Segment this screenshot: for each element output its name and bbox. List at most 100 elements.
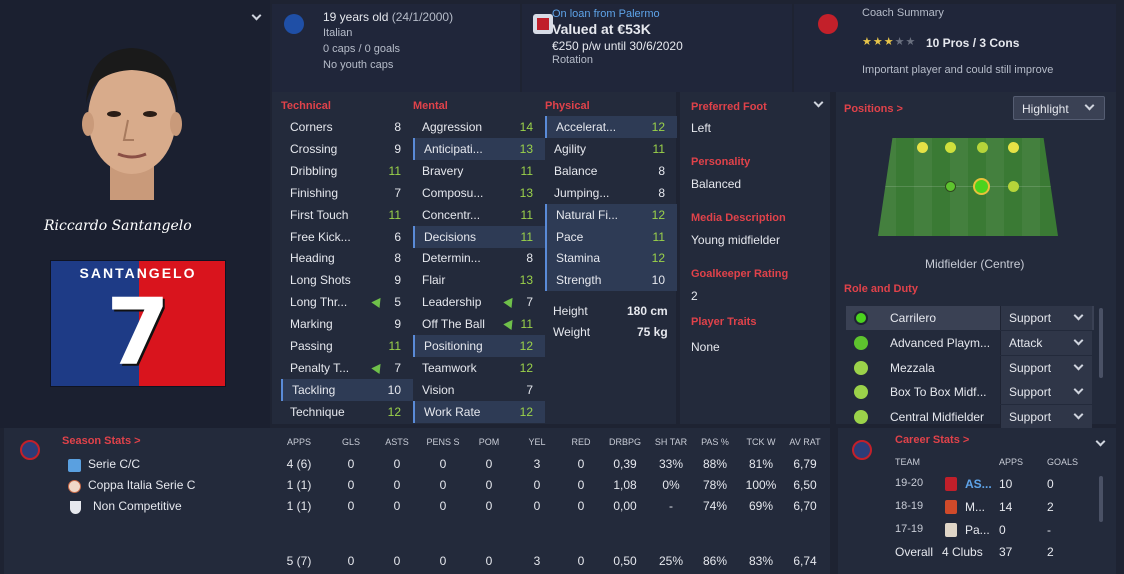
position-caption: Midfielder (Centre) [925,257,1025,271]
role-row[interactable]: Carrilero Support [846,306,1094,330]
attribute-row[interactable]: Jumping... 8 [545,182,677,204]
pros-cons[interactable]: 10 Pros / 3 Cons [926,36,1019,50]
progress-arrow-icon [371,360,385,374]
attribute-row[interactable]: Finishing 7 [281,182,413,204]
attribute-value: 11 [388,207,401,222]
player-face-image [72,40,192,200]
attribute-row[interactable]: Off The Ball 11 [413,313,545,335]
attribute-name: Jumping... [554,185,610,200]
season-stats-header[interactable]: APPS [269,437,329,447]
duty-dropdown[interactable]: Attack [1000,330,1092,355]
attribute-row[interactable]: Anticipati... 13 [413,137,545,160]
attribute-row[interactable]: Teamwork 12 [413,357,545,379]
attribute-row[interactable]: Concentr... 11 [413,204,545,226]
attribute-row[interactable]: Corners 8 [281,116,413,138]
attribute-row[interactable]: Long Shots 9 [281,269,413,291]
career-overall-team: 4 Clubs [942,545,983,559]
season-stats-link[interactable]: Season Stats > [62,435,141,447]
attribute-row[interactable]: Natural Fi... 12 [545,203,677,226]
attribute-row[interactable]: Penalty T... 7 [281,357,413,379]
competition-name[interactable]: Non Competitive [93,499,182,513]
league-icon [68,459,81,472]
duty-dropdown[interactable]: Support [1000,405,1092,430]
career-team[interactable]: AS... [965,477,992,491]
career-team[interactable]: Pa... [965,523,990,537]
attribute-name: Concentr... [422,207,481,222]
attribute-value: 11 [520,207,533,222]
attribute-name: Technique [290,404,345,419]
career-header: TEAM [895,457,921,467]
attribute-value: 12 [519,339,533,353]
attribute-name: Tackling [292,382,336,397]
chevron-down-icon[interactable] [251,10,262,21]
attribute-row[interactable]: Stamina 12 [545,247,677,270]
attribute-row[interactable]: Vision 7 [413,379,545,401]
competition-name[interactable]: Serie C/C [88,457,140,471]
positions-link[interactable]: Positions > [844,103,903,115]
career-apps: 14 [999,500,1013,514]
attribute-name: Penalty T... [290,360,350,375]
attribute-row[interactable]: Determin... 8 [413,247,545,269]
attribute-row[interactable]: Composu... 13 [413,182,545,204]
attribute-row[interactable]: Long Thr... 5 [281,291,413,313]
career-scrollbar[interactable] [1099,476,1103,522]
progress-arrow-icon [503,295,517,309]
role-row[interactable]: Advanced Playm... Attack [846,330,1094,355]
role-name: Mezzala [890,360,935,375]
season-stat-cell: 1 (1) [286,499,312,513]
attribute-row[interactable]: Decisions 11 [413,225,545,248]
coach-summary-title: Coach Summary [862,7,944,19]
competition-name[interactable]: Coppa Italia Serie C [88,478,195,492]
position-dot [977,142,988,153]
roles-scrollbar[interactable] [1099,308,1103,378]
attribute-row[interactable]: Agility 11 [545,138,677,160]
attribute-value: 7 [394,185,401,200]
attribute-value: 13 [519,185,533,200]
media-description-value: Young midfielder [691,233,780,247]
career-team[interactable]: M... [965,500,985,514]
role-suitability-icon [854,335,868,350]
attribute-row[interactable]: Bravery 11 [413,160,545,182]
attribute-row[interactable]: Heading 8 [281,247,413,269]
attribute-row[interactable]: Pace 11 [545,225,677,248]
attribute-value: 6 [394,229,401,244]
contract-info-box: On loan from Palermo Valued at €53K €250… [522,4,792,92]
duty-dropdown[interactable]: Support [1000,355,1092,380]
attribute-row[interactable]: Work Rate 12 [413,400,545,423]
attribute-row[interactable]: Free Kick... 6 [281,226,413,248]
chevron-down-icon [1084,100,1095,111]
duty-dropdown[interactable]: Support [1000,380,1092,405]
highlight-dropdown[interactable]: Highlight [1013,96,1105,120]
attribute-name: Aggression [422,120,483,134]
role-row[interactable]: Mezzala Support [846,355,1094,380]
attribute-row[interactable]: Flair 13 [413,269,545,291]
duty-dropdown[interactable]: Support [1000,306,1092,330]
attribute-row[interactable]: Leadership 7 [413,291,545,313]
role-row[interactable]: Box To Box Midf... Support [846,380,1094,405]
attribute-row[interactable]: Positioning 12 [413,335,545,357]
details-panel [680,92,830,424]
attribute-row[interactable]: Passing 11 [281,335,413,357]
attribute-row[interactable]: Strength 10 [545,269,677,292]
attribute-row[interactable]: Dribbling 11 [281,160,413,182]
attribute-row[interactable]: Marking 9 [281,313,413,335]
season-stat-cell: 6,79 [793,457,817,471]
club-crest-icon [533,14,553,34]
height-value: 180 cm [627,304,668,318]
attribute-row[interactable]: Accelerat... 12 [545,116,677,138]
role-row[interactable]: Central Midfielder Support [846,405,1094,430]
player-wage: €250 p/w until 30/6/2020 [552,39,683,53]
season-stats-header[interactable]: AV RAT [775,437,835,447]
attribute-row[interactable]: First Touch 11 [281,204,413,226]
attribute-row[interactable]: Balance 8 [545,160,677,182]
loan-link[interactable]: On loan from Palermo [552,8,660,20]
attribute-row[interactable]: Crossing 9 [281,138,413,160]
attribute-name: Dribbling [290,163,338,178]
attribute-row[interactable]: Tackling 10 [281,378,413,401]
player-shirt: SANTANGELO 7 [50,260,226,387]
technical-title: Technical [281,100,331,112]
career-stats-link[interactable]: Career Stats > [895,434,969,446]
attribute-row[interactable]: Aggression 14 [413,116,545,138]
season-stat-cell: 1 (1) [286,478,312,492]
attribute-row[interactable]: Technique 12 [281,401,413,423]
